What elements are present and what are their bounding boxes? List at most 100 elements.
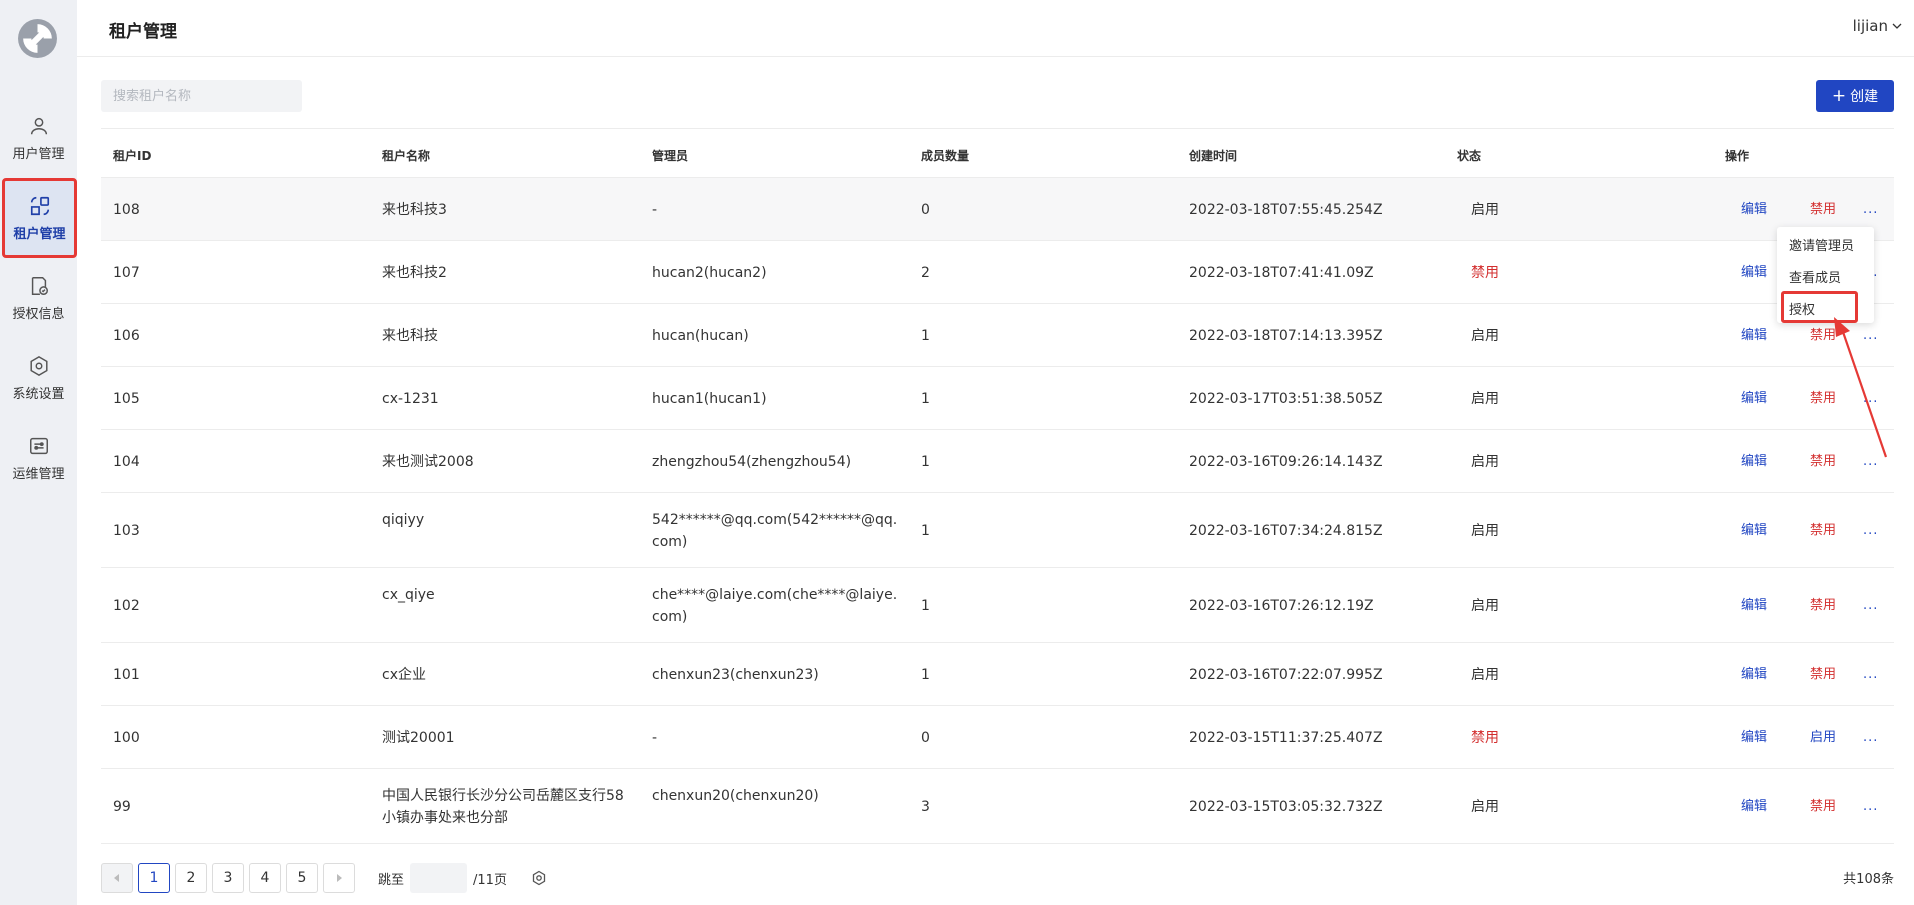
menu-item-view-members[interactable]: 查看成员	[1789, 267, 1841, 286]
cell-id: 99	[113, 798, 131, 815]
cell-name: 测试20001	[382, 729, 455, 746]
table-row: 103 qiqiyy 542******@qq.com(542******@qq.c…	[101, 493, 1894, 568]
col-count: 成员数量	[921, 149, 970, 163]
cell-id: 105	[113, 390, 140, 407]
more-actions-icon[interactable]: ...	[1863, 199, 1878, 221]
sidebar-item-users[interactable]: 用户管理	[0, 98, 77, 178]
page-button[interactable]: 1	[138, 863, 170, 893]
toggle-status-link[interactable]: 启用	[1810, 727, 1836, 749]
cell-status: 启用	[1471, 327, 1499, 344]
toggle-status-link[interactable]: 禁用	[1810, 796, 1836, 818]
menu-item-invite-admin[interactable]: 邀请管理员	[1789, 235, 1854, 254]
cell-status: 启用	[1471, 597, 1499, 614]
cell-count: 0	[921, 729, 930, 746]
page-list: 12345	[138, 863, 323, 893]
cell-admin: -	[652, 729, 658, 746]
create-button[interactable]: + 创建	[1816, 80, 1894, 112]
next-page-button[interactable]	[323, 863, 355, 893]
page-button[interactable]: 5	[286, 863, 318, 893]
annotation-arrow-icon	[1834, 317, 1888, 458]
more-actions-icon[interactable]: ...	[1863, 595, 1878, 617]
sidebar-item-license[interactable]: 授权信息	[0, 258, 77, 338]
cell-admin: 542******@qq.com(542******@qq.com)	[652, 511, 898, 550]
edit-link[interactable]: 编辑	[1741, 664, 1767, 686]
jump-page-input[interactable]	[410, 863, 468, 893]
plus-icon: +	[1831, 85, 1847, 106]
cell-status: 启用	[1471, 666, 1499, 683]
edit-link[interactable]: 编辑	[1741, 595, 1767, 617]
table-row: 108 来也科技3 - 0 2022-03-18T07:55:45.254Z 启用 编辑 禁用…	[101, 178, 1894, 241]
more-actions-icon[interactable]: ...	[1863, 520, 1878, 542]
page-button[interactable]: 3	[212, 863, 244, 893]
sidebar-item-ops[interactable]: 运维管理	[0, 418, 77, 498]
tenant-icon	[30, 196, 49, 215]
cell-admin: -	[652, 201, 658, 218]
edit-link[interactable]: 编辑	[1741, 451, 1767, 473]
cell-count: 3	[921, 798, 930, 815]
cell-count: 0	[921, 201, 930, 218]
cell-name: qiqiyy	[382, 511, 425, 528]
create-label: 创建	[1850, 89, 1879, 105]
cell-admin: hucan1(hucan1)	[652, 390, 767, 407]
col-name: 租户名称	[382, 149, 431, 163]
cell-name: 中国人民银行长沙分公司岳麓区支行58小镇办事处来也分部	[382, 787, 624, 826]
sidebar-item-settings[interactable]: 系统设置	[0, 338, 77, 418]
page-button[interactable]: 4	[249, 863, 281, 893]
cell-admin: chenxun20(chenxun20)	[652, 787, 819, 804]
more-actions-icon[interactable]: ...	[1863, 727, 1878, 749]
user-menu[interactable]: lijian	[1853, 17, 1902, 35]
cell-status: 启用	[1471, 798, 1499, 815]
tenant-table: 租户ID 租户名称 管理员 成员数量 创建时间 状态 操作 108 来也科技3-0…	[101, 128, 1894, 844]
prev-page-button[interactable]	[101, 863, 133, 893]
cell-name: cx_qiye	[382, 586, 435, 603]
edit-link[interactable]: 编辑	[1741, 727, 1767, 749]
edit-link[interactable]: 编辑	[1741, 325, 1767, 347]
table-body: 108 来也科技3-0 2022-03-18T07:55:45.254Z 启用 编辑 禁用…	[101, 178, 1894, 844]
cell-time: 2022-03-15T11:37:25.407Z	[1189, 729, 1383, 746]
table-row: 104 来也测试2008 zhengzhou54(zhengzhou54) 1 2022…	[101, 430, 1894, 493]
page-title: 租户管理	[109, 22, 177, 42]
cell-status: 启用	[1471, 390, 1499, 407]
col-status: 状态	[1457, 149, 1482, 163]
cell-status: 禁用	[1471, 729, 1499, 746]
logo-icon	[18, 19, 57, 58]
cell-id: 102	[113, 597, 140, 614]
more-actions-icon[interactable]: ...	[1863, 796, 1878, 818]
edit-link[interactable]: 编辑	[1741, 796, 1767, 818]
username: lijian	[1852, 17, 1888, 35]
cell-time: 2022-03-16T09:26:14.143Z	[1189, 453, 1383, 470]
sidebar: 用户管理 租户管理 授权信息 系统设置 运维管理	[0, 0, 77, 905]
cell-id: 108	[113, 201, 140, 218]
cell-time: 2022-03-18T07:41:41.09Z	[1189, 264, 1374, 281]
edit-link[interactable]: 编辑	[1741, 388, 1767, 410]
sidebar-item-tenants[interactable]: 租户管理	[2, 178, 77, 258]
col-admin: 管理员	[652, 149, 689, 163]
cell-admin: chenxun23(chenxun23)	[652, 666, 819, 683]
cell-count: 1	[921, 522, 930, 539]
table-row: 106 来也科技 hucan(hucan) 1 2022-03-18T07:14:13.…	[101, 304, 1894, 367]
edit-link[interactable]: 编辑	[1741, 520, 1767, 542]
cell-time: 2022-03-16T07:22:07.995Z	[1189, 666, 1383, 683]
total-pages-label: /11页	[473, 872, 507, 888]
col-actions: 操作	[1725, 149, 1750, 163]
more-actions-icon[interactable]: ...	[1863, 664, 1878, 686]
toggle-status-link[interactable]: 禁用	[1810, 199, 1836, 221]
search-input[interactable]	[101, 80, 302, 112]
page-button[interactable]: 2	[175, 863, 207, 893]
edit-link[interactable]: 编辑	[1741, 262, 1767, 284]
cell-status: 启用	[1471, 201, 1499, 218]
edit-link[interactable]: 编辑	[1741, 199, 1767, 221]
jump-label: 跳至	[378, 872, 405, 888]
cell-count: 1	[921, 390, 930, 407]
toggle-status-link[interactable]: 禁用	[1810, 595, 1836, 617]
toggle-status-link[interactable]: 禁用	[1810, 664, 1836, 686]
cell-name: 来也科技3	[382, 201, 447, 218]
chevron-left-icon	[114, 874, 119, 882]
cell-id: 107	[113, 264, 140, 281]
toggle-status-link[interactable]: 禁用	[1810, 520, 1836, 542]
col-id: 租户ID	[113, 149, 152, 163]
cell-admin: hucan(hucan)	[652, 327, 749, 344]
sidebar-item-label: 授权信息	[12, 306, 65, 322]
cell-id: 100	[113, 729, 140, 746]
gear-icon[interactable]	[531, 870, 547, 886]
